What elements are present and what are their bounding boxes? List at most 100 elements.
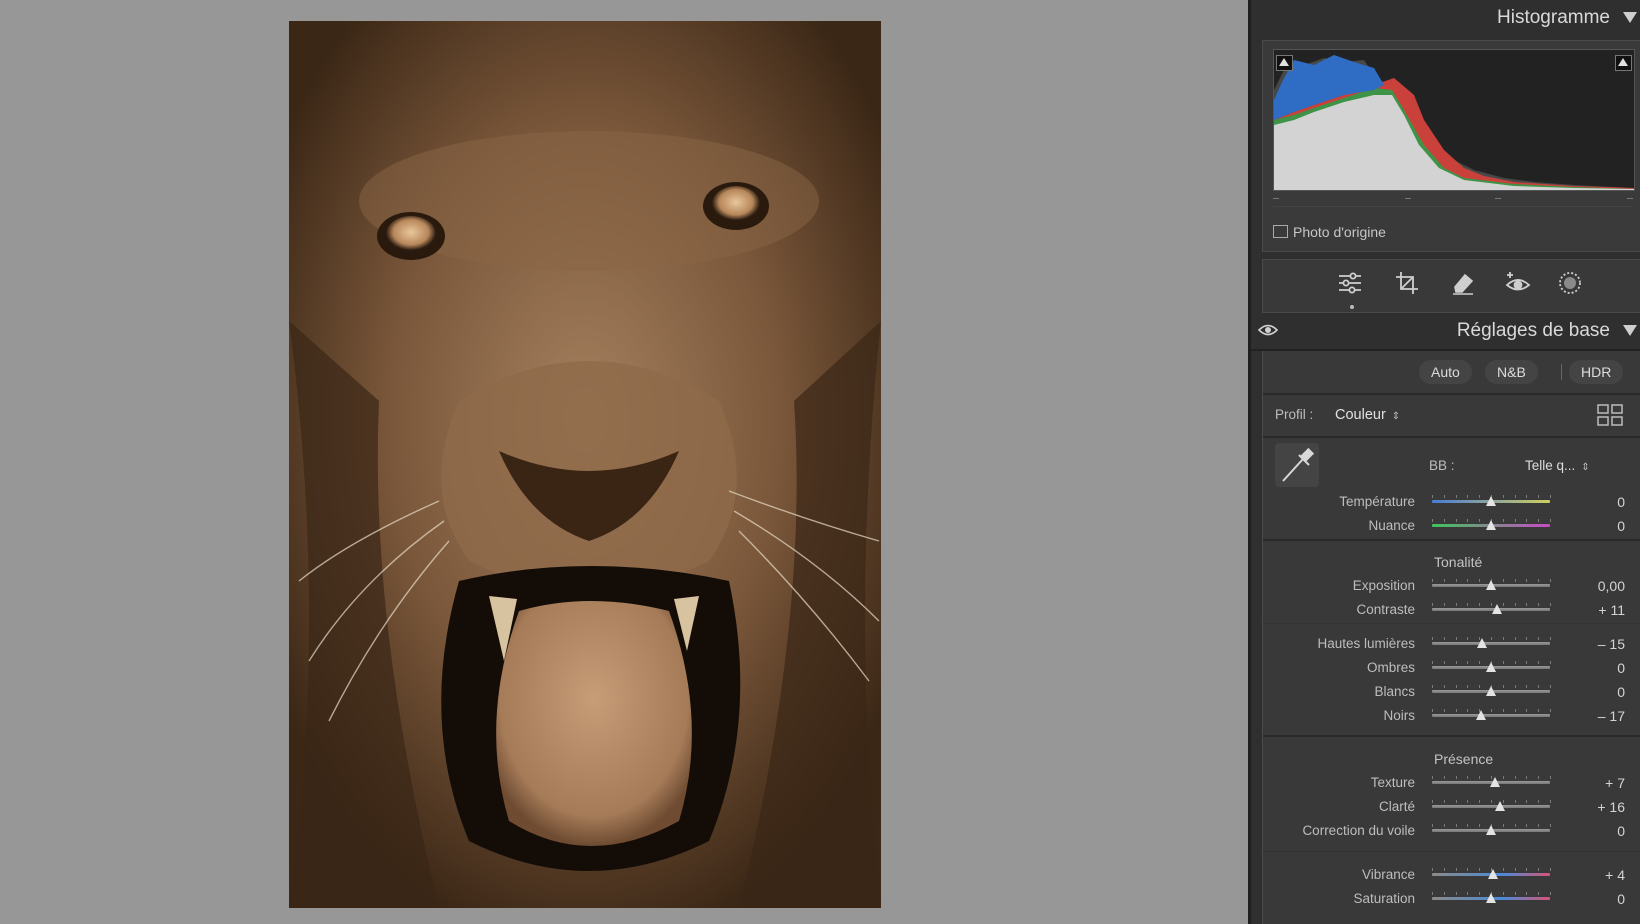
profile-select[interactable]: Couleur ⇕ [1335,407,1400,423]
contrast-slider[interactable] [1432,603,1551,615]
heal-eraser-icon[interactable] [1447,270,1479,302]
vibrance-value[interactable]: + 4 [1565,867,1625,883]
slider-tick [1515,868,1516,871]
slider-thumb[interactable] [1477,638,1487,648]
collapse-triangle-icon[interactable] [1623,325,1637,336]
temperature-value[interactable]: 0 [1565,494,1625,510]
clarity-label: Clarté [1378,799,1415,814]
blacks-value[interactable]: – 17 [1565,708,1625,724]
slider-tick [1432,800,1433,803]
slider-tick [1444,824,1445,827]
saturation-value[interactable]: 0 [1565,891,1625,907]
auto-button[interactable]: Auto [1419,360,1472,384]
mask-icon[interactable] [1554,270,1586,302]
slider-tick [1467,824,1468,827]
slider-tick [1550,800,1551,803]
whites-slider[interactable] [1432,685,1551,697]
histogram-curves [1274,55,1634,190]
slider-tick [1456,495,1457,498]
slider-thumb[interactable] [1476,710,1486,720]
slider-tick [1479,868,1480,871]
slider-thumb[interactable] [1495,801,1505,811]
red-eye-icon[interactable] [1502,270,1534,302]
slider-thumb[interactable] [1492,604,1502,614]
slider-tick [1538,637,1539,640]
shadows-slider[interactable] [1432,661,1551,673]
dehaze-value[interactable]: 0 [1565,823,1625,839]
wb-eyedropper-icon[interactable] [1275,443,1319,492]
basic-settings-title: Réglages de base [1456,320,1610,341]
profile-label: Profil : [1275,407,1314,422]
slider-tick [1550,892,1551,895]
texture-slider[interactable] [1432,776,1551,788]
slider-thumb[interactable] [1486,580,1496,590]
slider-thumb[interactable] [1486,520,1496,530]
wb-select[interactable]: Telle q... ⇕ [1525,458,1590,473]
exposure-value[interactable]: 0,00 [1565,578,1625,594]
clarity-value[interactable]: + 16 [1565,799,1625,815]
temperature-slider[interactable] [1432,495,1551,507]
slider-thumb[interactable] [1486,893,1496,903]
highlights-value[interactable]: – 15 [1565,636,1625,652]
slider-tick [1456,868,1457,871]
highlights-slider[interactable] [1432,637,1551,649]
crop-icon[interactable] [1391,270,1423,302]
collapse-triangle-icon[interactable] [1623,12,1637,23]
texture-label: Texture [1370,775,1415,790]
slider-tick [1467,868,1468,871]
hdr-button[interactable]: HDR [1569,360,1624,384]
texture-value[interactable]: + 7 [1565,775,1625,791]
slider-tick [1444,579,1445,582]
image-canvas[interactable] [0,0,1248,924]
slider-tick [1503,709,1504,712]
lion-photo[interactable] [289,21,881,908]
slider-tick [1526,603,1527,606]
tint-slider[interactable] [1432,519,1551,531]
basic-settings-header[interactable]: Réglages de base [1251,313,1640,351]
saturation-slider[interactable] [1432,892,1551,904]
bw-button[interactable]: N&B [1485,360,1538,384]
blacks-slider[interactable] [1432,709,1551,721]
slider-thumb[interactable] [1488,869,1498,879]
whites-value[interactable]: 0 [1565,684,1625,700]
vibrance-slider[interactable] [1432,868,1551,880]
slider-tick [1432,824,1433,827]
slider-tick [1538,495,1539,498]
clarity-slider[interactable] [1432,800,1551,812]
slider-thumb[interactable] [1486,662,1496,672]
slider-thumb[interactable] [1486,825,1496,835]
contrast-label: Contraste [1356,602,1415,617]
slider-tick [1550,495,1551,498]
dehaze-slider[interactable] [1432,824,1551,836]
slider-thumb[interactable] [1486,686,1496,696]
lion-face-illustration [289,21,881,908]
blacks-label: Noirs [1383,708,1415,723]
slider-tick [1538,685,1539,688]
contrast-value[interactable]: + 11 [1565,602,1625,618]
profile-browser-icon[interactable] [1597,404,1623,431]
eye-icon[interactable] [1257,323,1279,342]
original-photo-checkbox[interactable] [1273,225,1288,238]
slider-tick [1503,579,1504,582]
slider-tick [1515,685,1516,688]
slider-thumb[interactable] [1486,496,1496,506]
shadows-value[interactable]: 0 [1565,660,1625,676]
divider [1263,623,1640,624]
slider-tick [1444,495,1445,498]
slider-tick [1491,637,1492,640]
slider-tick [1526,776,1527,779]
exposure-slider[interactable] [1432,579,1551,591]
slider-thumb[interactable] [1490,777,1500,787]
highlight-clipping-icon[interactable] [1615,55,1632,71]
edit-sliders-icon[interactable] [1334,270,1366,302]
active-tool-indicator [1350,305,1354,309]
slider-tick [1515,603,1516,606]
shadow-clipping-icon[interactable] [1276,55,1293,71]
slider-tick [1456,892,1457,895]
slider-tick [1432,892,1433,895]
slider-tick [1526,709,1527,712]
histogram-header[interactable]: Histogramme [1251,0,1640,36]
original-photo-toggle[interactable]: Photo d'origine [1273,224,1386,240]
tint-value[interactable]: 0 [1565,518,1625,534]
slider-tick [1432,661,1433,664]
